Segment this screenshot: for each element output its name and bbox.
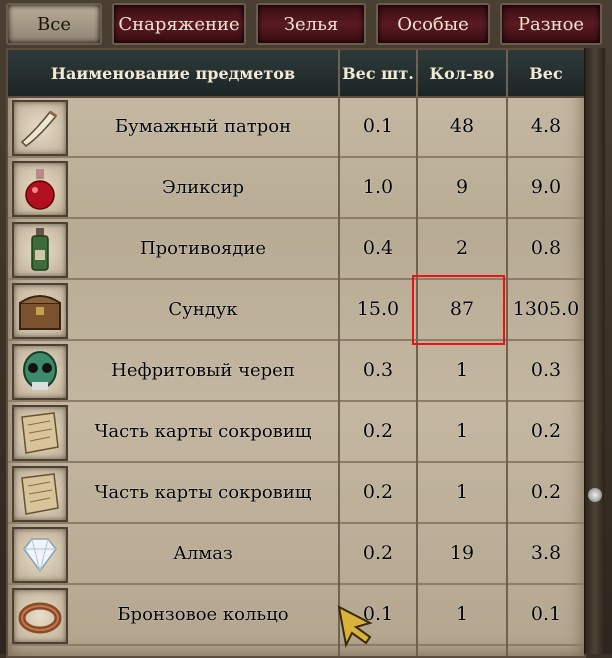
- item-name: Эликсир: [161, 176, 245, 198]
- table-header: Наименование предметов Вес шт. Кол-во Ве…: [8, 50, 584, 98]
- category-tabs: Все Снаряжение Зелья Особые Разное: [0, 0, 612, 48]
- item-unit-weight: 0.3: [362, 359, 394, 381]
- pointer-cursor-icon: [337, 605, 373, 649]
- item-quantity: 1: [455, 359, 469, 381]
- scrollbar[interactable]: [584, 48, 605, 654]
- item-name: Противоядие: [139, 237, 267, 259]
- header-quantity[interactable]: Кол-во: [418, 50, 506, 96]
- item-weight: 0.8: [530, 237, 562, 259]
- tab-misc[interactable]: Разное: [500, 3, 602, 45]
- bronze-ring-icon[interactable]: [12, 588, 68, 644]
- item-name: Часть карты сокровищ: [94, 420, 312, 442]
- tab-equipment[interactable]: Снаряжение: [112, 3, 246, 45]
- tab-all[interactable]: Все: [6, 3, 102, 45]
- item-unit-weight: 1.0: [362, 176, 394, 198]
- scroll-thumb[interactable]: [588, 488, 602, 502]
- antidote-bottle-icon[interactable]: [12, 222, 68, 278]
- item-weight: 0.3: [530, 359, 562, 381]
- diamond-icon[interactable]: [12, 527, 68, 583]
- header-name[interactable]: Наименование предметов: [8, 50, 338, 96]
- item-name: Сундук: [168, 298, 238, 320]
- column-divider: [506, 50, 508, 656]
- highlight-box: [412, 275, 505, 345]
- item-weight: 0.1: [530, 603, 562, 625]
- table-row[interactable]: Часть карты сокровищ 0.2 1 0.2: [8, 462, 584, 524]
- item-quantity: 9: [455, 176, 469, 198]
- header-weight[interactable]: Вес: [508, 50, 584, 96]
- column-divider: [338, 50, 340, 656]
- chest-icon[interactable]: [12, 283, 68, 339]
- table-row[interactable]: Бронзовое кольцо 0.1 1 0.1: [8, 584, 584, 646]
- jade-skull-icon[interactable]: [12, 344, 68, 400]
- item-weight: 0.2: [530, 420, 562, 442]
- item-name: Бумажный патрон: [114, 115, 292, 137]
- item-unit-weight: 0.2: [362, 420, 394, 442]
- item-unit-weight: 0.2: [362, 542, 394, 564]
- paper-cartridge-icon[interactable]: [12, 100, 68, 156]
- item-weight: 0.2: [530, 481, 562, 503]
- item-unit-weight: 0.1: [362, 115, 394, 137]
- item-name: Бронзовое кольцо: [117, 603, 289, 625]
- table-row[interactable]: Противоядие 0.4 2 0.8: [8, 218, 584, 280]
- map-piece-icon[interactable]: [12, 466, 68, 522]
- table-row[interactable]: Нефритовый череп 0.3 1 0.3: [8, 340, 584, 402]
- item-unit-weight: 0.2: [362, 481, 394, 503]
- inventory-window: Все Снаряжение Зелья Особые Разное Наиме…: [0, 0, 612, 658]
- item-quantity: 2: [455, 237, 469, 259]
- header-unit-weight[interactable]: Вес шт.: [340, 50, 416, 96]
- item-quantity: 48: [449, 115, 475, 137]
- item-unit-weight: 15.0: [356, 298, 400, 320]
- item-quantity: 1: [455, 420, 469, 442]
- table-row[interactable]: Бумажный патрон 0.1 48 4.8: [8, 96, 584, 158]
- item-weight: 1305.0: [512, 298, 580, 320]
- column-divider: [416, 50, 418, 656]
- tab-special[interactable]: Особые: [376, 3, 490, 45]
- table-row[interactable]: Часть карты сокровищ 0.2 1 0.2: [8, 401, 584, 463]
- tab-potions[interactable]: Зелья: [256, 3, 366, 45]
- table-row[interactable]: Эликсир 1.0 9 9.0: [8, 157, 584, 219]
- item-weight: 9.0: [530, 176, 562, 198]
- item-name: Часть карты сокровищ: [94, 481, 312, 503]
- item-name: Алмаз: [173, 542, 233, 564]
- item-weight: 4.8: [530, 115, 562, 137]
- table-row[interactable]: Алмаз 0.2 19 3.8: [8, 523, 584, 585]
- items-table: Наименование предметов Вес шт. Кол-во Ве…: [6, 48, 586, 658]
- item-weight: 3.8: [530, 542, 562, 564]
- item-quantity: 1: [455, 603, 469, 625]
- item-quantity: 1: [455, 481, 469, 503]
- map-piece-icon[interactable]: [12, 405, 68, 461]
- elixir-flask-icon[interactable]: [12, 161, 68, 217]
- item-quantity: 19: [449, 542, 475, 564]
- item-name: Нефритовый череп: [111, 359, 295, 381]
- item-unit-weight: 0.4: [362, 237, 394, 259]
